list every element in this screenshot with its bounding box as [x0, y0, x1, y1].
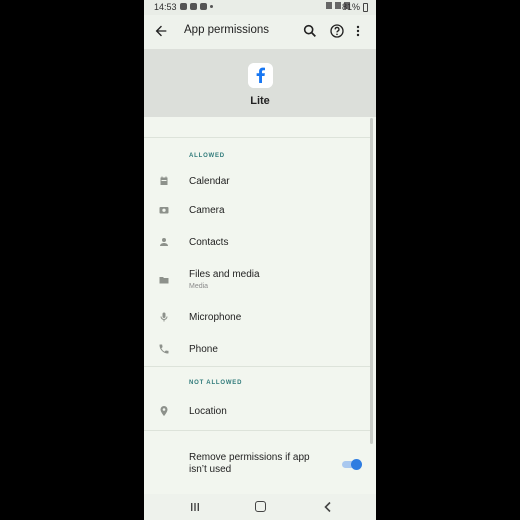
- camera-icon: [159, 207, 169, 214]
- search-icon[interactable]: [302, 23, 318, 39]
- navigation-bar: [144, 494, 376, 520]
- app-name: Lite: [250, 95, 270, 107]
- remove-permissions-row[interactable]: Remove permissions if app isn’t used: [144, 446, 370, 486]
- permission-label: Microphone: [189, 312, 242, 323]
- battery-percent: 81%: [341, 2, 360, 12]
- wifi-icon: [335, 2, 341, 9]
- mute-icon: [326, 2, 332, 9]
- battery-icon: [363, 3, 368, 12]
- permission-row-camera[interactable]: Camera: [144, 197, 370, 225]
- permission-row-phone[interactable]: Phone: [144, 336, 370, 364]
- notification-dot-icon: [210, 5, 213, 8]
- remove-permissions-label: Remove permissions if app isn’t used: [189, 452, 310, 475]
- notification-icon: [200, 3, 207, 10]
- divider: [144, 137, 370, 138]
- permission-row-location[interactable]: Location: [144, 398, 370, 426]
- folder-icon: [159, 277, 169, 284]
- back-arrow-icon[interactable]: [153, 23, 169, 39]
- status-time: 14:53: [154, 2, 177, 12]
- notification-icons: [180, 1, 213, 10]
- divider: [144, 430, 370, 431]
- permission-row-calendar[interactable]: Calendar: [144, 168, 370, 196]
- microphone-icon: [160, 312, 168, 322]
- more-options-icon[interactable]: [352, 23, 364, 39]
- permission-row-contacts[interactable]: Contacts: [144, 229, 370, 257]
- permission-label: Camera: [189, 205, 225, 216]
- permission-sublabel: Media: [189, 283, 209, 290]
- permission-label: Phone: [189, 344, 218, 355]
- notification-icon: [180, 3, 187, 10]
- app-bar: App permissions: [144, 15, 376, 49]
- permission-row-files-and-media[interactable]: Files and media Media: [144, 266, 370, 296]
- app-header: Lite: [144, 49, 376, 117]
- notification-icon: [190, 3, 197, 10]
- phone-screen: 14:53 81% App permissions Lite ALLOWED C…: [144, 0, 376, 520]
- scrollbar[interactable]: [370, 118, 373, 444]
- person-icon: [160, 238, 168, 246]
- section-label-allowed: ALLOWED: [189, 153, 225, 159]
- help-icon[interactable]: [329, 23, 345, 39]
- facebook-lite-logo-icon: [248, 63, 273, 88]
- permission-label: Location: [189, 406, 227, 417]
- permission-label: Files and media: [189, 269, 260, 280]
- remove-permissions-toggle[interactable]: [351, 459, 362, 470]
- status-bar: 14:53 81%: [144, 0, 376, 15]
- recent-apps-icon[interactable]: [190, 502, 200, 512]
- calendar-icon: [160, 176, 168, 185]
- location-pin-icon: [160, 406, 168, 416]
- home-icon[interactable]: [255, 501, 266, 512]
- permission-label: Contacts: [189, 237, 229, 248]
- permission-row-microphone[interactable]: Microphone: [144, 304, 370, 332]
- divider: [144, 366, 370, 367]
- section-label-not-allowed: NOT ALLOWED: [189, 380, 243, 386]
- phone-icon: [159, 344, 169, 354]
- permission-label: Calendar: [189, 176, 230, 187]
- page-title: App permissions: [184, 24, 270, 36]
- back-nav-icon[interactable]: [322, 501, 334, 513]
